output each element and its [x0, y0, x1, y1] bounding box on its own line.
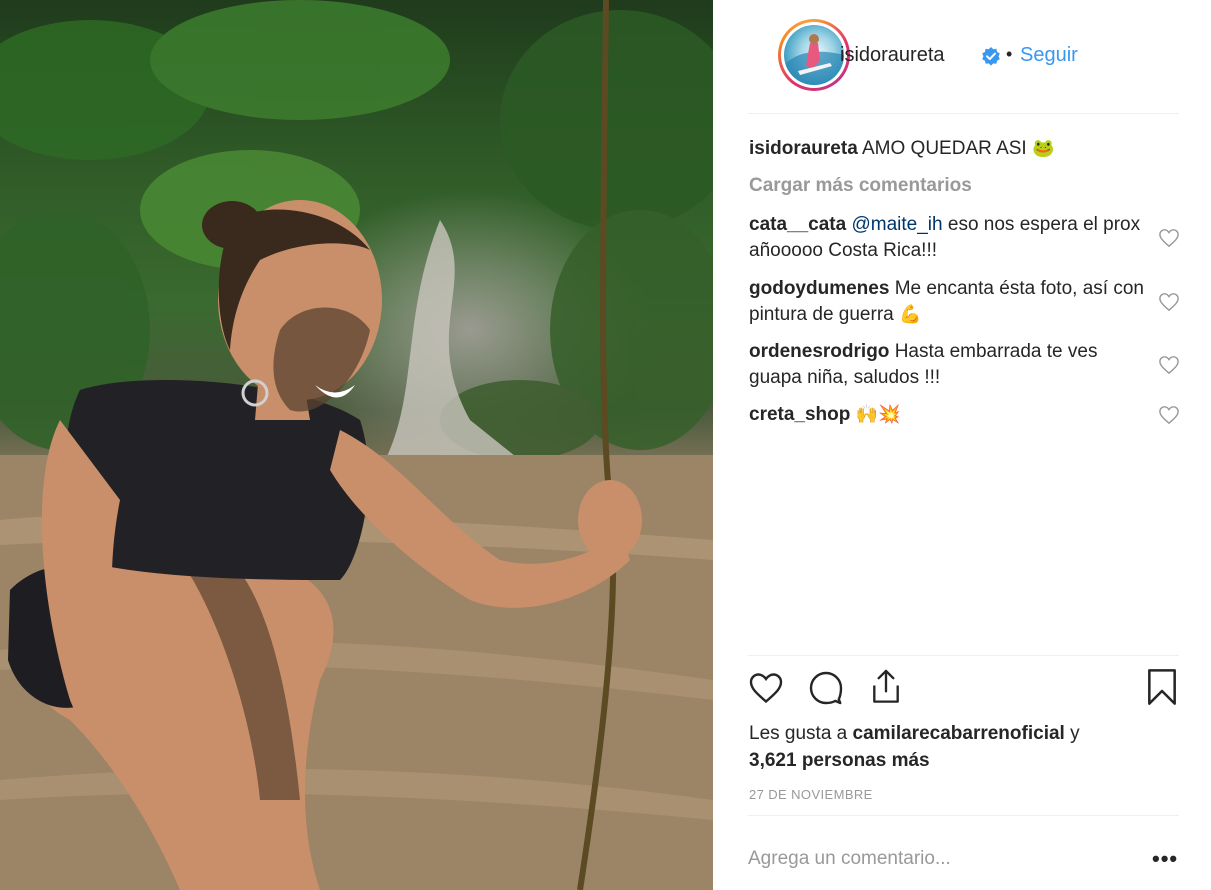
- comment-item: creta_shop 🙌💥: [749, 402, 1149, 428]
- frog-emoji-icon: 🐸: [1031, 138, 1055, 159]
- header-username[interactable]: isidoraureta: [840, 44, 945, 67]
- post-caption: isidoraureta AMO QUEDAR ASI 🐸: [749, 136, 1149, 162]
- likes-count-link[interactable]: 3,621 personas más: [749, 750, 930, 771]
- comment-username[interactable]: creta_shop: [749, 404, 850, 425]
- post-actions: Les gusta a camilarecabarrenoficial y 3,…: [748, 655, 1179, 815]
- comment-username[interactable]: ordenesrodrigo: [749, 341, 889, 362]
- comment-item: ordenesrodrigo Hasta embarrada te ves gu…: [749, 339, 1149, 391]
- comment-input[interactable]: [748, 844, 1128, 874]
- comment-bubble-icon[interactable]: [808, 670, 844, 706]
- avatar[interactable]: [784, 25, 844, 85]
- like-comment-heart-icon[interactable]: [1158, 292, 1180, 312]
- comment-username[interactable]: cata__cata: [749, 214, 846, 235]
- surfer-avatar-icon: [784, 34, 844, 85]
- likes-user-link[interactable]: camilarecabarrenoficial: [853, 723, 1065, 744]
- post-header: isidoraureta • Seguir: [748, 0, 1179, 114]
- like-comment-heart-icon[interactable]: [1158, 355, 1180, 375]
- more-options-button[interactable]: •••: [1152, 846, 1178, 872]
- caption-text: AMO QUEDAR ASI: [862, 138, 1027, 159]
- comment-username[interactable]: godoydumenes: [749, 278, 889, 299]
- caption-username[interactable]: isidoraureta: [749, 138, 858, 159]
- share-upload-icon[interactable]: [868, 668, 904, 706]
- comment-item: godoydumenes Me encanta ésta foto, así c…: [749, 276, 1149, 328]
- header-separator: •: [1006, 44, 1013, 64]
- post-date[interactable]: 27 DE NOVIEMBRE: [749, 787, 873, 802]
- likes-summary: Les gusta a camilarecabarrenoficial y 3,…: [749, 720, 1169, 774]
- bookmark-save-icon[interactable]: [1146, 668, 1178, 706]
- like-comment-heart-icon[interactable]: [1158, 405, 1180, 425]
- like-heart-icon[interactable]: [748, 671, 784, 705]
- add-comment-bar: •••: [748, 815, 1179, 890]
- comment-item: cata__cata @maite_ih eso nos espera el p…: [749, 212, 1149, 264]
- verified-badge-icon: [982, 47, 1000, 66]
- comment-mention[interactable]: @maite_ih: [851, 214, 942, 235]
- likes-prefix: Les gusta a: [749, 723, 848, 744]
- post-details-panel: isidoraureta • Seguir isidoraureta AMO Q…: [713, 0, 1211, 890]
- raised-hands-collision-emoji-icon: 🙌💥: [855, 404, 901, 425]
- like-comment-heart-icon[interactable]: [1158, 228, 1180, 248]
- post-photo-illustration: [0, 0, 713, 890]
- follow-button[interactable]: Seguir: [1020, 44, 1078, 67]
- load-more-comments-button[interactable]: Cargar más comentarios: [749, 175, 972, 197]
- flexed-bicep-emoji-icon: 💪: [899, 304, 922, 325]
- likes-connector: y: [1070, 723, 1080, 744]
- post-photo[interactable]: [0, 0, 713, 890]
